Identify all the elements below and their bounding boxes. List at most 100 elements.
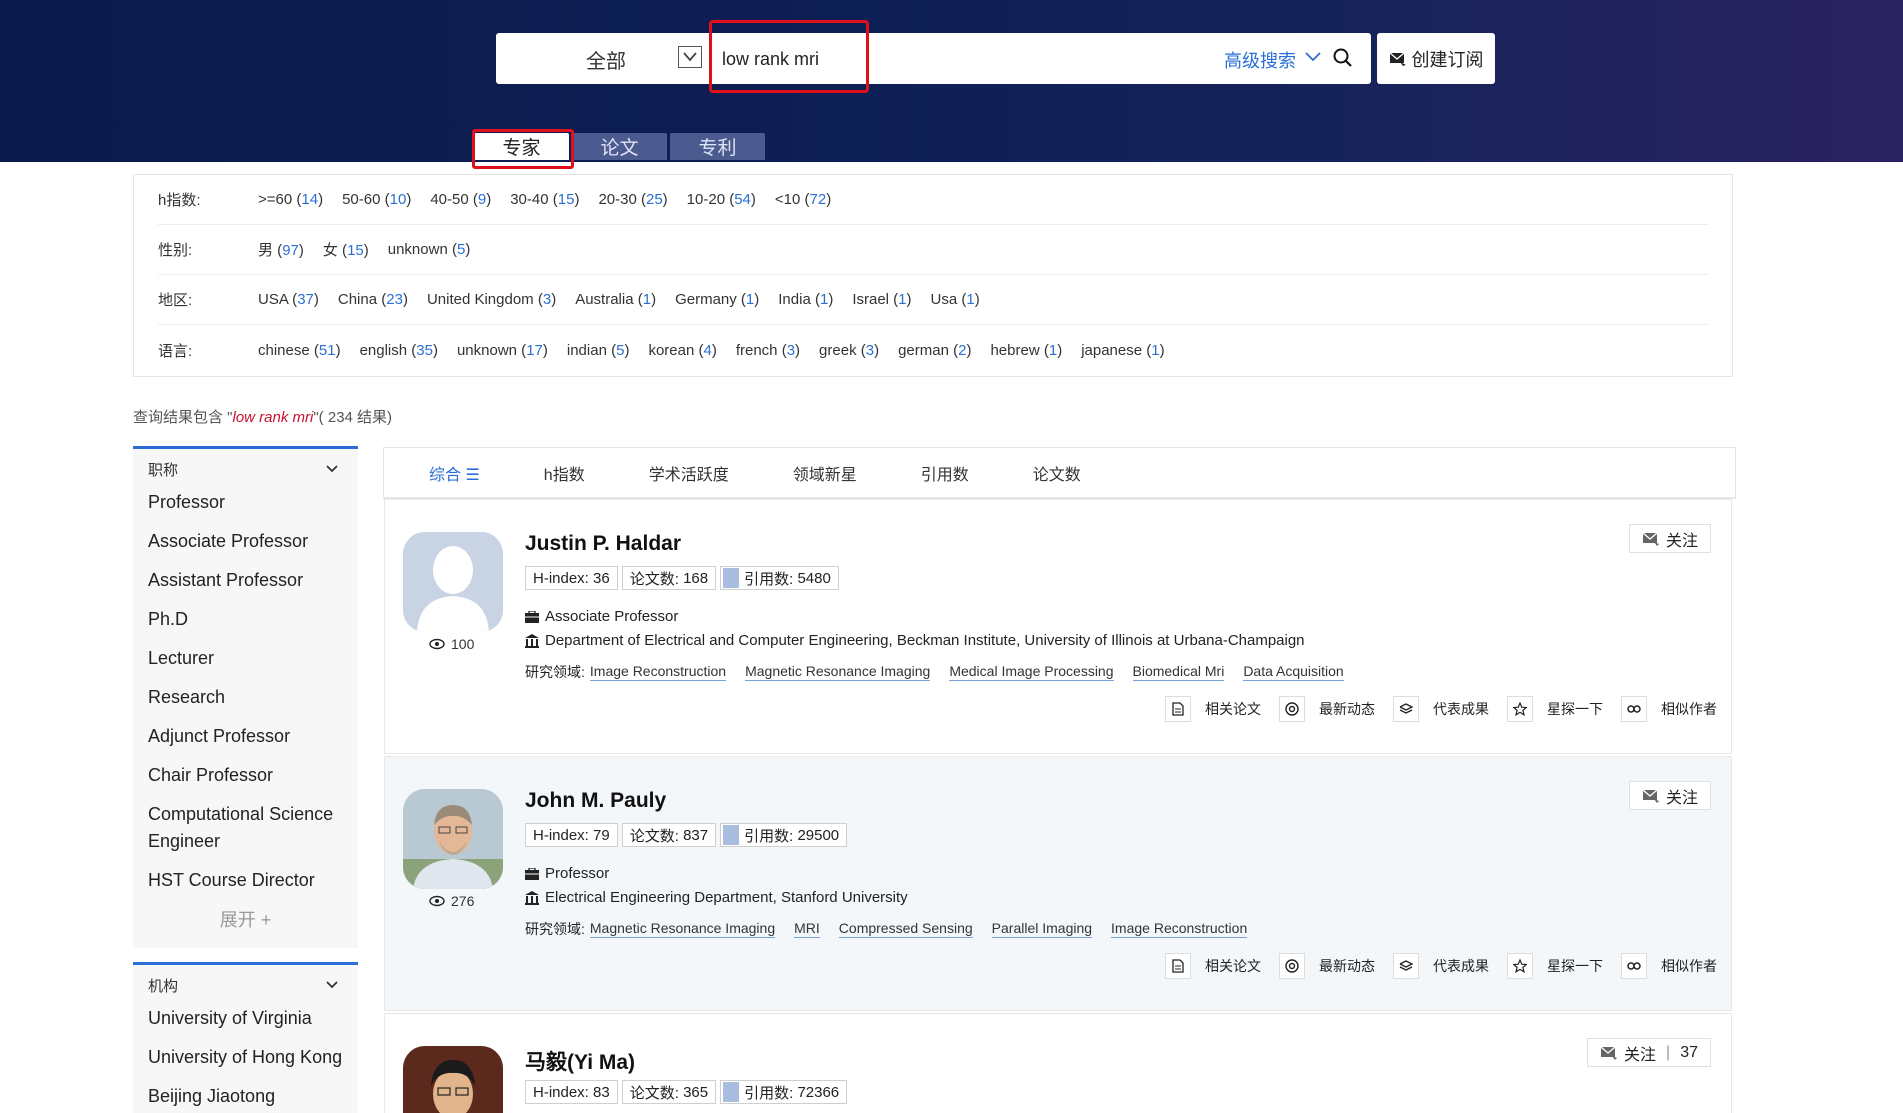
- field-tag[interactable]: Magnetic Resonance Imaging: [589, 920, 776, 938]
- filter-option[interactable]: 40-50 (9): [430, 191, 491, 208]
- facet-title-header[interactable]: 职称: [133, 449, 358, 489]
- filter-option[interactable]: USA (37): [258, 291, 319, 308]
- latest-news-button[interactable]: 最新动态: [1319, 699, 1375, 719]
- chevron-down-icon[interactable]: [1304, 50, 1322, 64]
- target-icon[interactable]: [1279, 696, 1305, 722]
- advanced-search-link[interactable]: 高级搜索: [1224, 47, 1296, 73]
- filter-option[interactable]: <10 (72): [775, 191, 831, 208]
- chevron-down-icon[interactable]: [326, 981, 338, 989]
- filter-option[interactable]: 20-30 (25): [598, 191, 667, 208]
- target-icon[interactable]: [1279, 953, 1305, 979]
- filter-option[interactable]: korean (4): [648, 342, 716, 359]
- field-tag[interactable]: Biomedical Mri: [1132, 663, 1225, 681]
- field-tag[interactable]: Magnetic Resonance Imaging: [745, 663, 931, 681]
- sort-rising-star[interactable]: 领域新星: [793, 461, 857, 485]
- star-explore-button[interactable]: 星探一下: [1547, 956, 1603, 976]
- search-icon[interactable]: [1332, 47, 1354, 69]
- filter-option[interactable]: greek (3): [819, 342, 879, 359]
- facet-item[interactable]: Ph.D: [133, 606, 358, 633]
- related-papers-button[interactable]: 相关论文: [1205, 699, 1261, 719]
- star-explore-button[interactable]: 星探一下: [1547, 699, 1603, 719]
- scholar-name[interactable]: John M. Pauly: [525, 789, 666, 813]
- similar-authors-button[interactable]: 相似作者: [1661, 956, 1717, 976]
- chevron-down-icon[interactable]: [678, 46, 702, 68]
- filter-option[interactable]: unknown (17): [457, 342, 548, 359]
- filter-option[interactable]: India (1): [778, 291, 833, 308]
- sort-papers[interactable]: 论文数: [1033, 461, 1081, 485]
- field-tag[interactable]: Image Reconstruction: [589, 663, 727, 681]
- filter-option[interactable]: english (35): [360, 342, 438, 359]
- sort-activity[interactable]: 学术活跃度: [649, 461, 729, 485]
- star-icon[interactable]: [1507, 696, 1533, 722]
- field-tag[interactable]: MRI: [794, 920, 820, 938]
- tab-patents[interactable]: 专利: [670, 133, 765, 160]
- document-icon[interactable]: [1165, 953, 1191, 979]
- link-icon[interactable]: [1621, 953, 1647, 979]
- filter-option[interactable]: 50-60 (10): [342, 191, 411, 208]
- facet-item[interactable]: Professor: [133, 489, 358, 516]
- related-papers-button[interactable]: 相关论文: [1205, 956, 1261, 976]
- filter-option[interactable]: japanese (1): [1081, 342, 1164, 359]
- representative-works-button[interactable]: 代表成果: [1433, 956, 1489, 976]
- search-scope-select[interactable]: 全部: [496, 33, 712, 84]
- filter-option[interactable]: german (2): [898, 342, 971, 359]
- follow-button[interactable]: 关注 | 37: [1587, 1038, 1711, 1067]
- facet-item[interactable]: University of Hong Kong: [133, 1044, 358, 1071]
- filter-option[interactable]: hebrew (1): [990, 342, 1062, 359]
- filter-option[interactable]: 女 (15): [323, 239, 369, 260]
- filter-option[interactable]: >=60 (14): [258, 191, 323, 208]
- star-icon[interactable]: [1507, 953, 1533, 979]
- layers-icon[interactable]: [1393, 696, 1419, 722]
- create-subscription-button[interactable]: 创建订阅: [1377, 33, 1495, 84]
- facet-item[interactable]: Lecturer: [133, 645, 358, 672]
- field-tag[interactable]: Parallel Imaging: [991, 920, 1093, 938]
- sort-overall[interactable]: 综合 ☰: [429, 461, 480, 485]
- facet-item[interactable]: University of Virginia: [133, 1005, 358, 1032]
- briefcase-icon: [525, 610, 539, 623]
- scholar-name[interactable]: 马毅(Yi Ma): [525, 1046, 635, 1076]
- filter-option[interactable]: Australia (1): [575, 291, 656, 308]
- field-tag[interactable]: Data Acquisition: [1243, 663, 1344, 681]
- avatar[interactable]: [403, 789, 503, 889]
- filter-option[interactable]: 男 (97): [258, 239, 304, 260]
- similar-authors-button[interactable]: 相似作者: [1661, 699, 1717, 719]
- filter-option[interactable]: Usa (1): [931, 291, 980, 308]
- scholar-name[interactable]: Justin P. Haldar: [525, 532, 681, 556]
- facet-item[interactable]: Adjunct Professor: [133, 723, 358, 750]
- filter-option[interactable]: 10-20 (54): [687, 191, 756, 208]
- follow-button[interactable]: 关注: [1628, 781, 1711, 810]
- facet-item[interactable]: Computational Science Engineer: [133, 801, 358, 855]
- filter-option[interactable]: indian (5): [567, 342, 630, 359]
- latest-news-button[interactable]: 最新动态: [1319, 956, 1375, 976]
- chevron-down-icon[interactable]: [326, 465, 338, 473]
- filter-option[interactable]: french (3): [736, 342, 800, 359]
- filter-option[interactable]: Germany (1): [675, 291, 759, 308]
- tab-papers[interactable]: 论文: [572, 133, 667, 160]
- follow-button[interactable]: 关注: [1628, 524, 1711, 553]
- facet-item[interactable]: Chair Professor: [133, 762, 358, 789]
- facet-item[interactable]: HST Course Director: [133, 867, 358, 894]
- representative-works-button[interactable]: 代表成果: [1433, 699, 1489, 719]
- layers-icon[interactable]: [1393, 953, 1419, 979]
- sort-citations[interactable]: 引用数: [921, 461, 969, 485]
- sort-hindex[interactable]: h指数: [544, 461, 585, 485]
- field-tag[interactable]: Compressed Sensing: [838, 920, 973, 938]
- filter-option[interactable]: chinese (51): [258, 342, 341, 359]
- field-tag[interactable]: Medical Image Processing: [949, 663, 1114, 681]
- facet-item[interactable]: Research: [133, 684, 358, 711]
- facet-item[interactable]: Beijing Jiaotong: [133, 1083, 358, 1110]
- filter-option[interactable]: China (23): [338, 291, 408, 308]
- field-tag[interactable]: Image Reconstruction: [1111, 920, 1248, 938]
- facet-org-header[interactable]: 机构: [133, 965, 358, 1005]
- document-icon[interactable]: [1165, 696, 1191, 722]
- filter-option[interactable]: United Kingdom (3): [427, 291, 556, 308]
- facet-item[interactable]: Assistant Professor: [133, 567, 358, 594]
- filter-option[interactable]: unknown (5): [388, 241, 471, 258]
- link-icon[interactable]: [1621, 696, 1647, 722]
- facet-item[interactable]: Associate Professor: [133, 528, 358, 555]
- filter-option[interactable]: Israel (1): [852, 291, 911, 308]
- avatar[interactable]: [403, 532, 503, 632]
- filter-option[interactable]: 30-40 (15): [510, 191, 579, 208]
- facet-expand-button[interactable]: 展开 +: [133, 906, 358, 932]
- avatar[interactable]: [403, 1046, 503, 1113]
